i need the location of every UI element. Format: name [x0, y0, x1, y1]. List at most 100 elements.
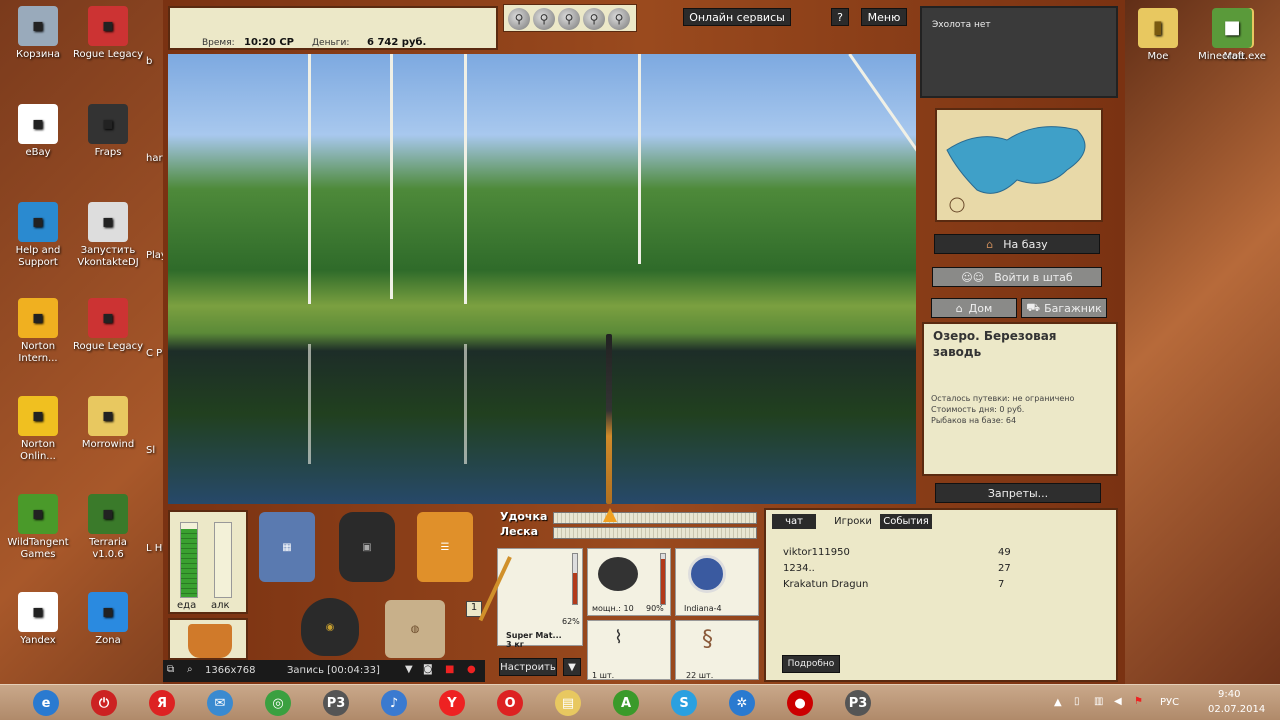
desktop-icon-moe-folder[interactable]: ▮ Мое: [1122, 8, 1194, 63]
hook-slot[interactable]: ⌇ 1 шт.: [587, 620, 671, 680]
enter-hq-button[interactable]: ☺☺ Войти в штаб: [932, 267, 1102, 287]
desktop-icon-morrowind[interactable]: ▪ Morrowind: [72, 396, 144, 451]
bait-slot[interactable]: § 22 шт.: [675, 620, 759, 680]
player-row[interactable]: viktor111950 49: [783, 547, 1043, 558]
taskbar-app[interactable]: Р3: [308, 688, 364, 718]
desktop-icon-rogue1[interactable]: ▪ Rogue Legacy: [72, 6, 144, 61]
desktop-icon-terraria[interactable]: ▪ Terraria v1.0.6: [72, 494, 144, 561]
rod-percent: 62%: [562, 617, 580, 626]
tray-volume-icon[interactable]: ◀: [1114, 696, 1122, 707]
menu-button[interactable]: Меню: [861, 8, 907, 26]
details-button[interactable]: Подробно: [782, 655, 840, 673]
taskbar-app[interactable]: ✲: [714, 688, 770, 718]
stop-icon[interactable]: ■: [445, 664, 454, 675]
magnifier-icon[interactable]: ⌕: [187, 664, 193, 675]
desktop-icon-minecraft[interactable]: ■ Minecraft.exe: [1196, 8, 1268, 63]
tray-network-icon[interactable]: ▥: [1094, 696, 1103, 707]
backpack-icon[interactable]: ▣: [339, 512, 395, 582]
fishing-rod[interactable]: [606, 334, 612, 504]
desktop-partial-label[interactable]: L H: [146, 543, 162, 554]
taskbar-app[interactable]: Y: [424, 688, 480, 718]
tray-flag-icon[interactable]: ⚑: [1134, 696, 1143, 707]
alc-meter: [214, 522, 232, 598]
desktop-icon-trash[interactable]: ▪ Корзина: [2, 6, 74, 61]
clock-time[interactable]: 9:40: [1218, 689, 1240, 700]
clock-date[interactable]: 02.07.2014: [1208, 704, 1265, 715]
permit-text: Осталось путевки: не ограничено: [931, 394, 1075, 403]
tray-battery-icon[interactable]: ▯: [1074, 696, 1080, 707]
yandex-icon: Y: [439, 690, 465, 716]
bait-slot-icon[interactable]: ⚲: [508, 8, 530, 30]
tab-chat[interactable]: чат: [772, 514, 816, 529]
help-button[interactable]: ?: [831, 8, 849, 26]
bait-slot-icon[interactable]: ⚲: [558, 8, 580, 30]
taskbar-app[interactable]: ✉: [192, 688, 248, 718]
reel-slot[interactable]: мощн.: 10 90%: [587, 548, 671, 616]
tab-events[interactable]: События: [880, 514, 932, 529]
sonar-text: Эхолота нет: [932, 20, 991, 30]
line-label: Леска: [500, 525, 539, 538]
lake-map[interactable]: [935, 108, 1103, 222]
bait-slot-icon[interactable]: ⚲: [608, 8, 630, 30]
taskbar-app[interactable]: Р3: [830, 688, 886, 718]
line-slot[interactable]: Indiana-4: [675, 548, 759, 616]
tray-chevron-icon[interactable]: ▲: [1054, 697, 1062, 708]
setup-button[interactable]: Настроить: [499, 658, 557, 676]
desktop-icon-rogue2[interactable]: ▪ Rogue Legacy: [72, 298, 144, 353]
desktop-icon-vkdj[interactable]: ▪ Запустить VkontakteDJ: [72, 202, 144, 269]
wildtangent-icon: ▪: [18, 494, 58, 534]
notebook-icon[interactable]: ☰: [417, 512, 473, 582]
sack-icon[interactable]: ◍: [385, 600, 445, 658]
window-icon[interactable]: ⧉: [167, 664, 174, 675]
desktop-icon-norton[interactable]: ▪ Norton Intern...: [2, 298, 74, 365]
bans-button[interactable]: Запреты...: [935, 483, 1101, 503]
desktop-icon-yandex[interactable]: ▪ Yandex: [2, 592, 74, 647]
trunk-button[interactable]: ⛟ Багажник: [1021, 298, 1107, 318]
home-button[interactable]: ⌂ Дом: [931, 298, 1017, 318]
yandex-icon: ▪: [18, 592, 58, 632]
desktop-icon-wildtangent[interactable]: ▪ WildTangent Games: [2, 494, 74, 561]
desktop-icon-zona[interactable]: ▪ Zona: [72, 592, 144, 647]
cauldron-icon[interactable]: ◉: [301, 598, 359, 656]
tackle-box-icon[interactable]: ▦: [259, 512, 315, 582]
record-icon[interactable]: ●: [467, 664, 476, 675]
setup-dropdown-button[interactable]: ▼: [563, 658, 581, 676]
fish-bucket[interactable]: [168, 618, 248, 660]
taskbar-app[interactable]: O: [482, 688, 538, 718]
desktop-icon-fraps[interactable]: ▪ Fraps: [72, 104, 144, 159]
desktop-icon-nortonol[interactable]: ▪ Norton Onlin...: [2, 396, 74, 463]
rod-slot[interactable]: 62% Super Mat... 3 кг: [478, 548, 583, 649]
language-indicator[interactable]: РУС: [1160, 697, 1179, 708]
bait-slot-icon[interactable]: ⚲: [533, 8, 555, 30]
worm-icon: §: [702, 627, 713, 652]
taskbar-app[interactable]: ◎: [250, 688, 306, 718]
desktop-icon-ebay[interactable]: ▪ eBay: [2, 104, 74, 159]
taskbar-app[interactable]: ●: [772, 688, 828, 718]
desktop-partial-label[interactable]: Sl: [146, 445, 155, 456]
bait-slot-icon[interactable]: ⚲: [583, 8, 605, 30]
taskbar-app[interactable]: S: [656, 688, 712, 718]
desktop-icon-help[interactable]: ▪ Help and Support: [2, 202, 74, 269]
taskbar-app[interactable]: ▤: [540, 688, 596, 718]
online-services-button[interactable]: Онлайн сервисы: [683, 8, 791, 26]
people-icon: ☺☺: [961, 270, 985, 284]
taskbar: e ⏻ Я ✉ ◎ Р3 ♪ Y O ▤ A S ✲ ● Р3 ▲ ▯ ▥ ◀ ⚑ РУС 9:40 02.…: [0, 684, 1280, 720]
lake-scene[interactable]: [168, 54, 916, 504]
taskbar-app[interactable]: ⏻: [76, 688, 132, 718]
tab-players[interactable]: Игроки: [828, 514, 878, 529]
camera-icon[interactable]: ◙: [423, 664, 433, 675]
desktop-partial-label[interactable]: b: [146, 56, 152, 67]
bait-count: 22 шт.: [686, 671, 714, 680]
house-icon: ⌂: [986, 237, 994, 251]
taskbar-app[interactable]: e: [18, 688, 74, 718]
to-base-button[interactable]: ⌂ На базу: [934, 234, 1100, 254]
chevron-down-icon[interactable]: ▼: [405, 664, 413, 675]
taskbar-app[interactable]: Я: [134, 688, 190, 718]
taskbar-app[interactable]: A: [598, 688, 654, 718]
player-row[interactable]: 1234.. 27: [783, 563, 1043, 574]
desktop-partial-label[interactable]: har: [146, 153, 163, 164]
anglers-text: Рыбаков на базе: 64: [931, 416, 1017, 425]
system-tray: ▲ ▯ ▥ ◀ ⚑ РУС 9:40 02.07.2014: [1040, 685, 1280, 720]
player-row[interactable]: Krakatun Dragun 7: [783, 579, 1043, 590]
taskbar-app[interactable]: ♪: [366, 688, 422, 718]
